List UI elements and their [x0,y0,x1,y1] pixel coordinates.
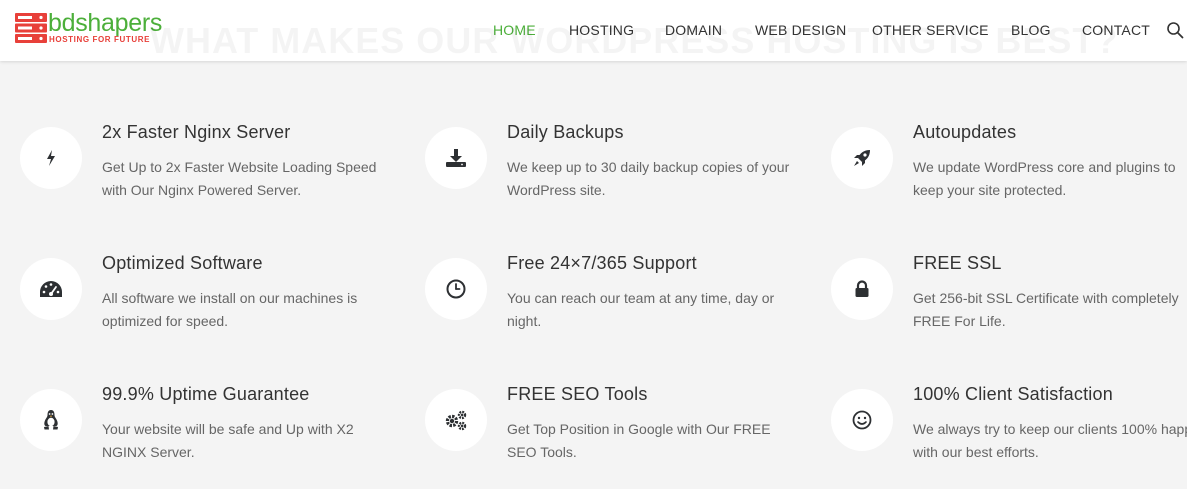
lock-icon [855,280,869,297]
feature-icon-circle [425,258,487,320]
smile-icon [852,410,872,430]
nav-contact[interactable]: CONTACT [1082,22,1150,38]
nav-home[interactable]: HOME [493,22,536,38]
feature-card: 100% Client Satisfaction We always try t… [831,384,1187,489]
dashboard-icon [40,281,62,297]
feature-icon-circle [831,389,893,451]
feature-card: FREE SEO Tools Get Top Position in Googl… [425,384,805,489]
feature-description: We keep up to 30 daily backup copies of … [507,159,790,198]
site-header: bdshapers HOSTING FOR FUTURE HOME HOSTIN… [0,0,1187,61]
feature-icon-circle [20,258,82,320]
feature-title: Daily Backups [507,122,624,142]
feature-card: 2x Faster Nginx Server Get Up to 2x Fast… [20,122,400,227]
feature-card: FREE SSL Get 256-bit SSL Certificate wit… [831,253,1187,358]
bolt-icon [47,150,55,166]
feature-title: FREE SEO Tools [507,384,648,404]
feature-description: You can reach our team at any time, day … [507,290,775,329]
feature-description: All software we install on our machines … [102,290,358,329]
nav-other-service[interactable]: OTHER SERVICE [872,22,989,38]
feature-title: 100% Client Satisfaction [913,384,1113,404]
gears-icon [445,410,467,431]
feature-icon-circle [20,127,82,189]
feature-description: We always try to keep our clients 100% h… [913,421,1187,460]
feature-title: 2x Faster Nginx Server [102,122,291,142]
feature-card: Optimized Software All software we insta… [20,253,400,358]
feature-card: Free 24×7/365 Support You can reach our … [425,253,805,358]
download-icon [446,149,466,167]
nav-web-design[interactable]: WEB DESIGN [755,22,846,38]
feature-description: Get 256-bit SSL Certificate with complet… [913,290,1179,329]
feature-description: Get Up to 2x Faster Website Loading Spee… [102,159,377,198]
main-nav: HOME HOSTING DOMAIN WEB DESIGN OTHER SER… [0,0,1187,61]
feature-title: Autoupdates [913,122,1017,142]
feature-icon-circle [425,127,487,189]
linux-icon [44,410,58,430]
search-icon[interactable] [1166,21,1184,39]
clock-icon [446,279,466,299]
feature-description: Your website will be safe and Up with X2… [102,421,354,460]
feature-icon-circle [20,389,82,451]
feature-icon-circle [831,258,893,320]
nav-domain[interactable]: DOMAIN [665,22,722,38]
feature-icon-circle [831,127,893,189]
rocket-icon [854,150,870,166]
feature-icon-circle [425,389,487,451]
feature-title: FREE SSL [913,253,1002,273]
feature-card: Daily Backups We keep up to 30 daily bac… [425,122,805,227]
feature-title: 99.9% Uptime Guarantee [102,384,310,404]
feature-card: 99.9% Uptime Guarantee Your website will… [20,384,400,489]
nav-hosting[interactable]: HOSTING [569,22,634,38]
nav-blog[interactable]: BLOG [1011,22,1051,38]
feature-title: Free 24×7/365 Support [507,253,697,273]
feature-card: Autoupdates We update WordPress core and… [831,122,1187,227]
feature-description: Get Top Position in Google with Our FREE… [507,421,771,460]
feature-title: Optimized Software [102,253,263,273]
feature-description: We update WordPress core and plugins to … [913,159,1176,198]
